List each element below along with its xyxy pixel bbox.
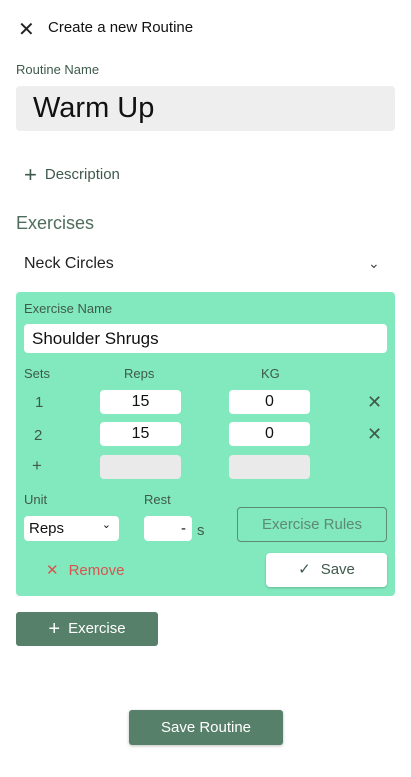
rest-label: Rest [144,492,171,507]
chevron-down-icon: ⌄ [101,519,111,531]
delete-set-icon[interactable]: ✕ [367,392,382,413]
save-exercise-button[interactable]: ✓ Save [266,553,387,587]
exercise-item-neck-circles[interactable]: Neck Circles [24,255,114,273]
unit-select[interactable]: Reps ⌄ [24,516,119,541]
exercise-name-input[interactable]: Shoulder Shrugs [24,324,387,353]
plus-icon: + [48,618,61,640]
add-set-icon[interactable]: + [32,456,42,476]
save-label: Save [320,561,355,578]
sets-header: Sets [24,366,51,381]
set-number: 2 [34,427,43,444]
remove-exercise-button[interactable]: ✕ Remove [46,561,124,579]
exercise-rules-button[interactable]: Exercise Rules [237,507,387,542]
plus-icon: + [24,162,37,187]
routine-name-input[interactable]: Warm Up [16,86,395,131]
reps-input[interactable]: 15 [100,422,181,446]
delete-set-icon[interactable]: ✕ [367,424,382,445]
set-number: 1 [35,394,44,411]
add-exercise-label: Exercise [68,620,126,637]
reps-input[interactable]: 15 [100,390,181,414]
check-icon: ✓ [298,561,311,578]
close-icon: ✕ [46,562,59,579]
description-label: Description [44,166,120,183]
add-description-button[interactable]: + Description [24,162,120,188]
rest-input[interactable]: - [144,516,192,541]
reps-header: Reps [124,366,155,381]
save-routine-button[interactable]: Save Routine [129,710,283,745]
unit-value: Reps [29,520,65,537]
page-title: Create a new Routine [48,19,194,36]
exercise-name-label: Exercise Name [24,301,113,316]
remove-label: Remove [68,562,125,579]
rest-unit: s [197,522,205,539]
new-reps-input[interactable] [100,455,181,479]
kg-input[interactable]: 0 [229,422,310,446]
chevron-down-icon[interactable]: ⌄ [368,255,380,272]
exercises-heading: Exercises [16,213,95,233]
kg-input[interactable]: 0 [229,390,310,414]
close-icon[interactable]: ✕ [18,17,35,42]
add-exercise-button[interactable]: + Exercise [16,612,158,646]
new-kg-input[interactable] [229,455,310,479]
kg-header: KG [261,366,280,381]
routine-name-label: Routine Name [16,62,100,77]
unit-label: Unit [24,492,48,507]
